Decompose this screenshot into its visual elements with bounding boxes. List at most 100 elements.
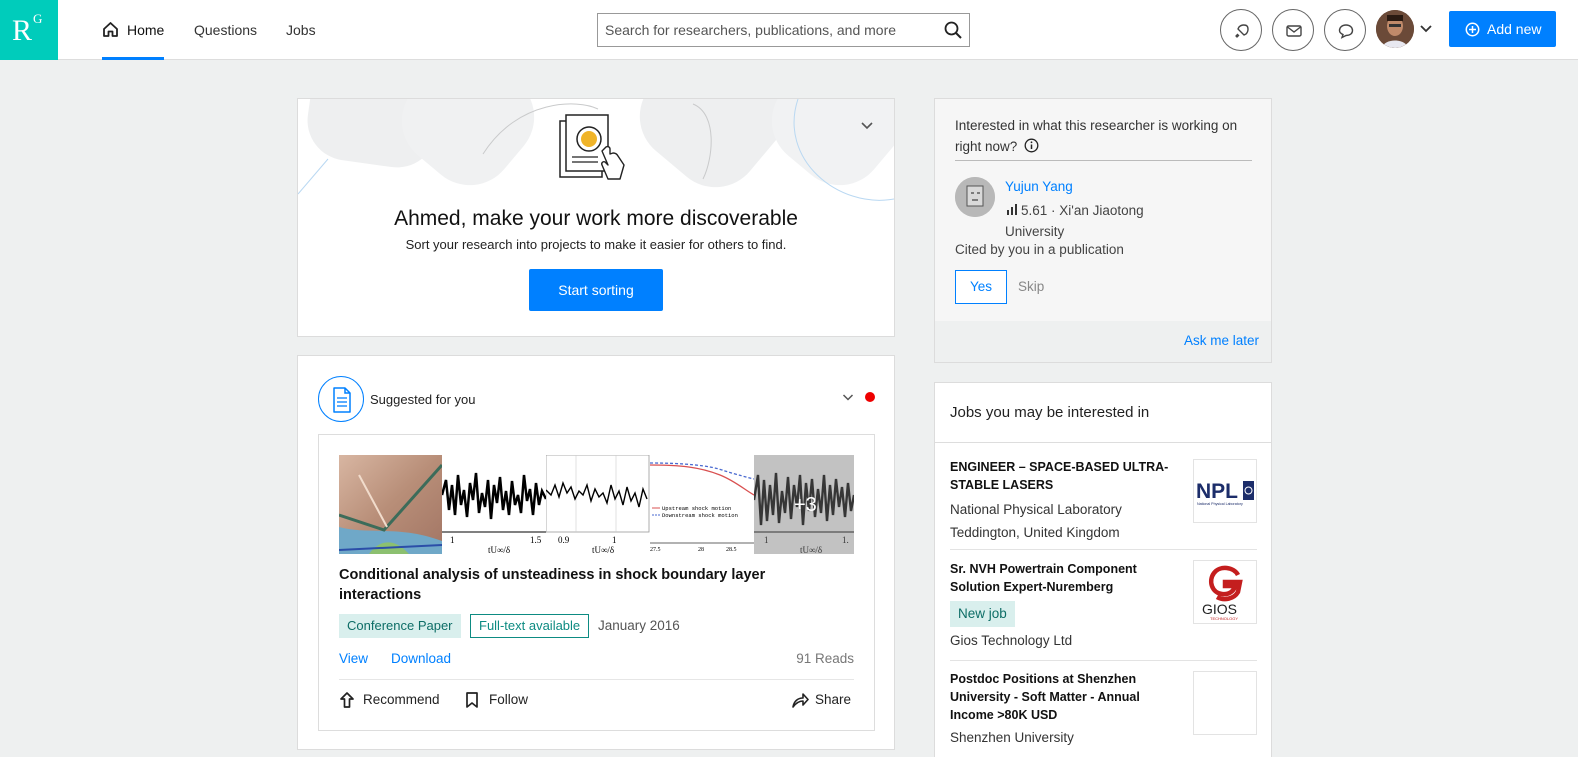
rg-score-bars-icon [1007, 204, 1017, 215]
search-box [597, 13, 970, 47]
npl-logo[interactable]: NPL National Physical Laboratory [1193, 459, 1257, 523]
nav-jobs[interactable]: Jobs [286, 0, 316, 60]
search-icon[interactable] [943, 20, 963, 40]
company-logo-placeholder[interactable] [1193, 671, 1257, 735]
more-figures-thumbnail[interactable]: 1 1. tU∞/δ +3 [752, 455, 854, 554]
axis-label: tU∞/δ [488, 545, 510, 554]
tick-label: 28.5 [726, 547, 737, 553]
axis-label: tU∞/δ [592, 545, 614, 554]
user-photo-icon [1376, 10, 1414, 48]
figure-thumbnail[interactable]: 0.9 1 tU∞/δ [545, 455, 650, 554]
figure-thumbnail[interactable]: Upstream shock motion Downstream shock m… [649, 455, 755, 554]
tick-label: 0.9 [558, 535, 570, 545]
figure-strip[interactable]: 1 1.5 tU∞/δ 0.9 1 tU∞/δ Upstream shock m… [339, 455, 854, 554]
rg-score: 5.61 [1021, 203, 1048, 218]
fulltext-badge: Full-text available [470, 614, 590, 638]
researcher-photo-icon [955, 177, 995, 217]
info-icon[interactable] [1024, 138, 1039, 153]
skip-button[interactable]: Skip [1018, 279, 1044, 294]
hero-subtitle: Sort your research into projects to make… [405, 237, 787, 252]
bookmark-icon [466, 692, 478, 708]
jobs-heading: Jobs you may be interested in [950, 404, 1150, 421]
new-job-badge: New job [950, 601, 1015, 627]
decorative-background [298, 99, 894, 201]
card-footer: Ask me later [935, 321, 1271, 362]
add-new-button[interactable]: Add new [1449, 11, 1556, 47]
job-title[interactable]: Postdoc Positions at Shenzhen University… [950, 670, 1178, 724]
user-avatar[interactable] [1376, 10, 1414, 48]
publication-type-badge: Conference Paper [339, 614, 461, 638]
job-item[interactable]: Postdoc Positions at Shenzhen University… [950, 670, 1258, 749]
researcher-suggestion-card: Interested in what this researcher is wo… [934, 98, 1272, 363]
divider [935, 442, 1271, 443]
job-item[interactable]: Sr. NVH Powertrain Component Solution Ex… [950, 560, 1258, 652]
add-new-label: Add new [1487, 21, 1542, 37]
publication-date: January 2016 [598, 618, 680, 633]
cited-text: Cited by you in a publication [955, 242, 1124, 257]
publication-title[interactable]: Conditional analysis of unsteadiness in … [339, 565, 809, 605]
suggested-feed-card: Suggested for you 1 1.5 tU∞/δ 0.9 1 tU∞/… [297, 355, 895, 750]
logo-subtitle: TECHNOLOGY [1210, 616, 1238, 621]
hero-title: Ahmed, make your work more discoverable [394, 207, 798, 230]
logo-wordmark: GIOS [1202, 601, 1237, 617]
recommend-arrow-icon [340, 692, 354, 708]
chat-bubble-icon [1338, 24, 1354, 39]
document-icon [333, 387, 351, 413]
divider [339, 679, 854, 680]
download-link[interactable]: Download [391, 651, 451, 666]
researcher-name[interactable]: Yujun Yang [1005, 179, 1073, 194]
nav-home[interactable]: Home [102, 0, 164, 60]
chat-button[interactable] [1324, 9, 1366, 51]
share-label: Share [815, 692, 852, 707]
suggested-badge [318, 376, 364, 422]
job-title[interactable]: ENGINEER – SPACE-BASED ULTRA-STABLE LASE… [950, 458, 1178, 494]
gios-logo[interactable]: GIOS TECHNOLOGY [1193, 560, 1257, 624]
job-item[interactable]: ENGINEER – SPACE-BASED ULTRA-STABLE LASE… [950, 458, 1258, 544]
tick-label: 1 [450, 535, 455, 545]
divider [955, 160, 1252, 161]
job-title[interactable]: Sr. NVH Powertrain Component Solution Ex… [950, 560, 1178, 596]
home-icon [103, 22, 118, 37]
share-arrow-icon [792, 693, 809, 708]
recommend-label: Recommend [363, 692, 440, 707]
top-navigation-bar: R G Home Questions Jobs Add new [0, 0, 1578, 60]
follow-label: Follow [489, 692, 529, 707]
chevron-down-icon[interactable] [1419, 24, 1433, 34]
figure-thumbnail[interactable] [339, 455, 442, 554]
bell-icon [1235, 24, 1249, 38]
suggested-label: Suggested for you [370, 392, 476, 407]
plus-circle-icon [1465, 22, 1480, 37]
legend-label: Upstream shock motion [662, 505, 731, 512]
logo-subtitle: National Physical Laboratory [1197, 502, 1243, 506]
start-sorting-button[interactable]: Start sorting [529, 269, 663, 311]
logo-letter-g: G [33, 11, 43, 26]
job-location: Teddington, United Kingdom [950, 525, 1120, 540]
figure-thumbnail[interactable]: 1 1.5 tU∞/δ [440, 455, 548, 554]
legend-label: Downstream shock motion [662, 512, 738, 519]
researchgate-logo[interactable]: R G [0, 0, 58, 60]
ask-me-later-link[interactable]: Ask me later [1184, 333, 1259, 348]
view-link[interactable]: View [339, 651, 368, 666]
search-input[interactable] [605, 20, 935, 40]
messages-button[interactable] [1272, 9, 1314, 51]
tick-label: 1 [612, 535, 617, 545]
discoverability-card: Ahmed, make your work more discoverable … [297, 98, 895, 337]
mail-icon [1286, 25, 1302, 37]
logo-letter-r: R [12, 14, 33, 47]
researcher-meta: 5.61 · Xi'an Jiaotong University [1005, 200, 1205, 242]
suggestion-question: Interested in what this researcher is wo… [955, 115, 1255, 157]
notifications-button[interactable] [1220, 9, 1262, 51]
logo-wordmark: NPL [1196, 480, 1238, 503]
nav-home-label: Home [127, 22, 165, 38]
researcher-avatar[interactable] [955, 177, 995, 217]
collapse-chevron-icon[interactable] [860, 121, 874, 131]
yes-button[interactable]: Yes [955, 270, 1007, 304]
suggestion-question-text: Interested in what this researcher is wo… [955, 118, 1238, 154]
more-figures-count: +3 [794, 494, 817, 516]
tick-label: 1.5 [530, 535, 542, 545]
divider [950, 549, 1257, 550]
tick-label: 27.5 [650, 547, 661, 553]
chevron-down-icon[interactable] [842, 393, 854, 402]
unread-indicator [865, 392, 875, 402]
nav-questions[interactable]: Questions [194, 0, 257, 60]
